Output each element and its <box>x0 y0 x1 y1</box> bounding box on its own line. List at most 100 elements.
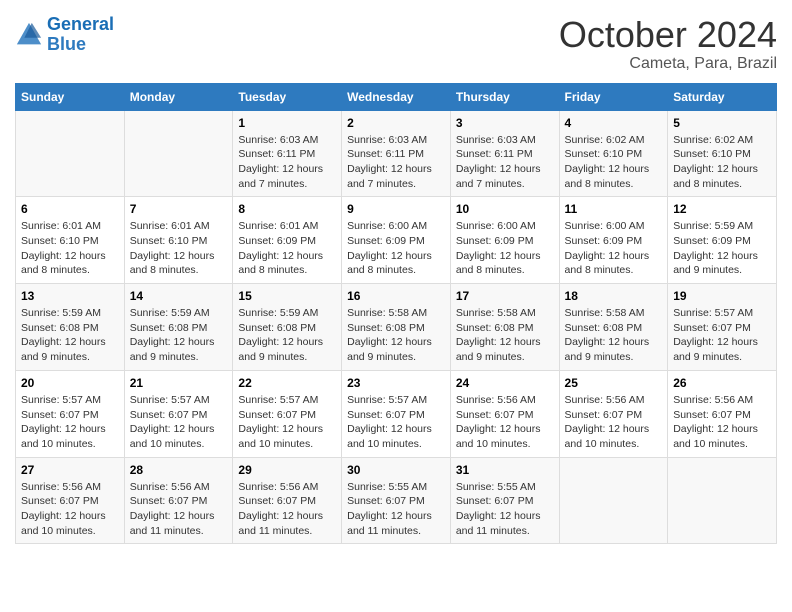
logo: General Blue <box>15 15 114 55</box>
day-info: Sunrise: 5:57 AMSunset: 6:07 PMDaylight:… <box>347 393 445 452</box>
day-number: 20 <box>21 376 119 390</box>
calendar-cell: 1Sunrise: 6:03 AMSunset: 6:11 PMDaylight… <box>233 110 342 197</box>
calendar-week-row: 6 Sunrise: 6:01 AMSunset: 6:10 PMDaylight… <box>16 197 777 284</box>
day-number: 17 <box>456 289 554 303</box>
logo-icon <box>15 21 43 49</box>
calendar-cell: 24 Sunrise: 5:56 AMSunset: 6:07 PMDayligh… <box>450 370 559 457</box>
day-info: Sunrise: 6:02 AMSunset: 6:10 PMDaylight:… <box>565 133 663 192</box>
day-number: 4 <box>565 116 663 130</box>
day-info: Sunrise: 6:01 AMSunset: 6:09 PMDaylight:… <box>238 219 336 278</box>
day-info: Sunrise: 5:59 AMSunset: 6:08 PMDaylight:… <box>21 306 119 365</box>
calendar-cell <box>668 457 777 544</box>
weekday-header-saturday: Saturday <box>668 83 777 110</box>
day-info: Sunrise: 5:59 AMSunset: 6:08 PMDaylight:… <box>238 306 336 365</box>
calendar-cell: 26Sunrise: 5:56 AMSunset: 6:07 PMDayligh… <box>668 370 777 457</box>
day-info: Sunrise: 5:59 AMSunset: 6:09 PMDaylight:… <box>673 219 771 278</box>
day-number: 26 <box>673 376 771 390</box>
weekday-header-thursday: Thursday <box>450 83 559 110</box>
calendar-cell <box>124 110 233 197</box>
day-number: 30 <box>347 463 445 477</box>
day-info: Sunrise: 5:56 AMSunset: 6:07 PMDaylight:… <box>565 393 663 452</box>
calendar-cell: 31 Sunrise: 5:55 AMSunset: 6:07 PMDayligh… <box>450 457 559 544</box>
calendar-cell: 18 Sunrise: 5:58 AMSunset: 6:08 PMDayligh… <box>559 284 668 371</box>
title-block: October 2024 Cameta, Para, Brazil <box>559 15 777 73</box>
month-title: October 2024 <box>559 15 777 55</box>
day-number: 22 <box>238 376 336 390</box>
day-number: 2 <box>347 116 445 130</box>
day-info: Sunrise: 6:00 AMSunset: 6:09 PMDaylight:… <box>347 219 445 278</box>
day-info: Sunrise: 6:00 AMSunset: 6:09 PMDaylight:… <box>456 219 554 278</box>
day-info: Sunrise: 5:55 AMSunset: 6:07 PMDaylight:… <box>456 480 554 539</box>
calendar-cell: 7 Sunrise: 6:01 AMSunset: 6:10 PMDaylight… <box>124 197 233 284</box>
day-number: 11 <box>565 202 663 216</box>
day-number: 3 <box>456 116 554 130</box>
day-number: 24 <box>456 376 554 390</box>
weekday-header-friday: Friday <box>559 83 668 110</box>
day-number: 8 <box>238 202 336 216</box>
calendar-cell: 6 Sunrise: 6:01 AMSunset: 6:10 PMDaylight… <box>16 197 125 284</box>
calendar-cell: 9Sunrise: 6:00 AMSunset: 6:09 PMDaylight… <box>342 197 451 284</box>
weekday-header-wednesday: Wednesday <box>342 83 451 110</box>
calendar-cell: 19 Sunrise: 5:57 AMSunset: 6:07 PMDayligh… <box>668 284 777 371</box>
calendar-cell: 12 Sunrise: 5:59 AMSunset: 6:09 PMDayligh… <box>668 197 777 284</box>
day-number: 18 <box>565 289 663 303</box>
day-info: Sunrise: 5:58 AMSunset: 6:08 PMDaylight:… <box>565 306 663 365</box>
calendar-cell <box>16 110 125 197</box>
calendar-cell: 17 Sunrise: 5:58 AMSunset: 6:08 PMDayligh… <box>450 284 559 371</box>
day-info: Sunrise: 5:57 AMSunset: 6:07 PMDaylight:… <box>130 393 228 452</box>
calendar-table: SundayMondayTuesdayWednesdayThursdayFrid… <box>15 83 777 545</box>
day-info: Sunrise: 5:58 AMSunset: 6:08 PMDaylight:… <box>456 306 554 365</box>
weekday-header-row: SundayMondayTuesdayWednesdayThursdayFrid… <box>16 83 777 110</box>
calendar-cell: 5Sunrise: 6:02 AMSunset: 6:10 PMDaylight… <box>668 110 777 197</box>
calendar-cell: 10Sunrise: 6:00 AMSunset: 6:09 PMDayligh… <box>450 197 559 284</box>
calendar-cell: 25 Sunrise: 5:56 AMSunset: 6:07 PMDayligh… <box>559 370 668 457</box>
day-info: Sunrise: 5:56 AMSunset: 6:07 PMDaylight:… <box>130 480 228 539</box>
day-number: 16 <box>347 289 445 303</box>
day-info: Sunrise: 6:03 AMSunset: 6:11 PMDaylight:… <box>456 133 554 192</box>
day-info: Sunrise: 5:57 AMSunset: 6:07 PMDaylight:… <box>673 306 771 365</box>
calendar-cell: 27 Sunrise: 5:56 AMSunset: 6:07 PMDayligh… <box>16 457 125 544</box>
day-info: Sunrise: 5:56 AMSunset: 6:07 PMDaylight:… <box>21 480 119 539</box>
weekday-header-tuesday: Tuesday <box>233 83 342 110</box>
day-number: 7 <box>130 202 228 216</box>
day-info: Sunrise: 6:02 AMSunset: 6:10 PMDaylight:… <box>673 133 771 192</box>
day-number: 31 <box>456 463 554 477</box>
day-number: 28 <box>130 463 228 477</box>
day-number: 12 <box>673 202 771 216</box>
day-info: Sunrise: 6:03 AMSunset: 6:11 PMDaylight:… <box>347 133 445 192</box>
day-number: 1 <box>238 116 336 130</box>
day-info: Sunrise: 5:57 AMSunset: 6:07 PMDaylight:… <box>21 393 119 452</box>
day-number: 13 <box>21 289 119 303</box>
day-info: Sunrise: 6:00 AMSunset: 6:09 PMDaylight:… <box>565 219 663 278</box>
day-info: Sunrise: 6:01 AMSunset: 6:10 PMDaylight:… <box>130 219 228 278</box>
calendar-cell: 14 Sunrise: 5:59 AMSunset: 6:08 PMDayligh… <box>124 284 233 371</box>
page-header: General Blue October 2024 Cameta, Para, … <box>15 15 777 73</box>
day-number: 15 <box>238 289 336 303</box>
day-number: 19 <box>673 289 771 303</box>
calendar-week-row: 20 Sunrise: 5:57 AMSunset: 6:07 PMDayligh… <box>16 370 777 457</box>
day-info: Sunrise: 5:56 AMSunset: 6:07 PMDaylight:… <box>456 393 554 452</box>
calendar-cell: 11 Sunrise: 6:00 AMSunset: 6:09 PMDayligh… <box>559 197 668 284</box>
day-number: 14 <box>130 289 228 303</box>
day-info: Sunrise: 5:57 AMSunset: 6:07 PMDaylight:… <box>238 393 336 452</box>
day-info: Sunrise: 5:59 AMSunset: 6:08 PMDaylight:… <box>130 306 228 365</box>
calendar-cell: 22 Sunrise: 5:57 AMSunset: 6:07 PMDayligh… <box>233 370 342 457</box>
calendar-cell: 13 Sunrise: 5:59 AMSunset: 6:08 PMDayligh… <box>16 284 125 371</box>
calendar-week-row: 1 Sunrise: 6:03 AMSunset: 6:11 PMDaylight… <box>16 110 777 197</box>
day-info: Sunrise: 5:56 AMSunset: 6:07 PMDaylight:… <box>238 480 336 539</box>
calendar-cell <box>559 457 668 544</box>
day-number: 25 <box>565 376 663 390</box>
calendar-cell: 30 Sunrise: 5:55 AMSunset: 6:07 PMDayligh… <box>342 457 451 544</box>
logo-blue: Blue <box>47 34 86 54</box>
day-number: 29 <box>238 463 336 477</box>
calendar-cell: 20 Sunrise: 5:57 AMSunset: 6:07 PMDayligh… <box>16 370 125 457</box>
weekday-header-monday: Monday <box>124 83 233 110</box>
day-number: 21 <box>130 376 228 390</box>
day-info: Sunrise: 6:01 AMSunset: 6:10 PMDaylight:… <box>21 219 119 278</box>
day-number: 6 <box>21 202 119 216</box>
logo-text: General Blue <box>47 15 114 55</box>
calendar-cell: 28 Sunrise: 5:56 AMSunset: 6:07 PMDayligh… <box>124 457 233 544</box>
logo-general: General <box>47 14 114 34</box>
day-number: 27 <box>21 463 119 477</box>
day-info: Sunrise: 5:55 AMSunset: 6:07 PMDaylight:… <box>347 480 445 539</box>
